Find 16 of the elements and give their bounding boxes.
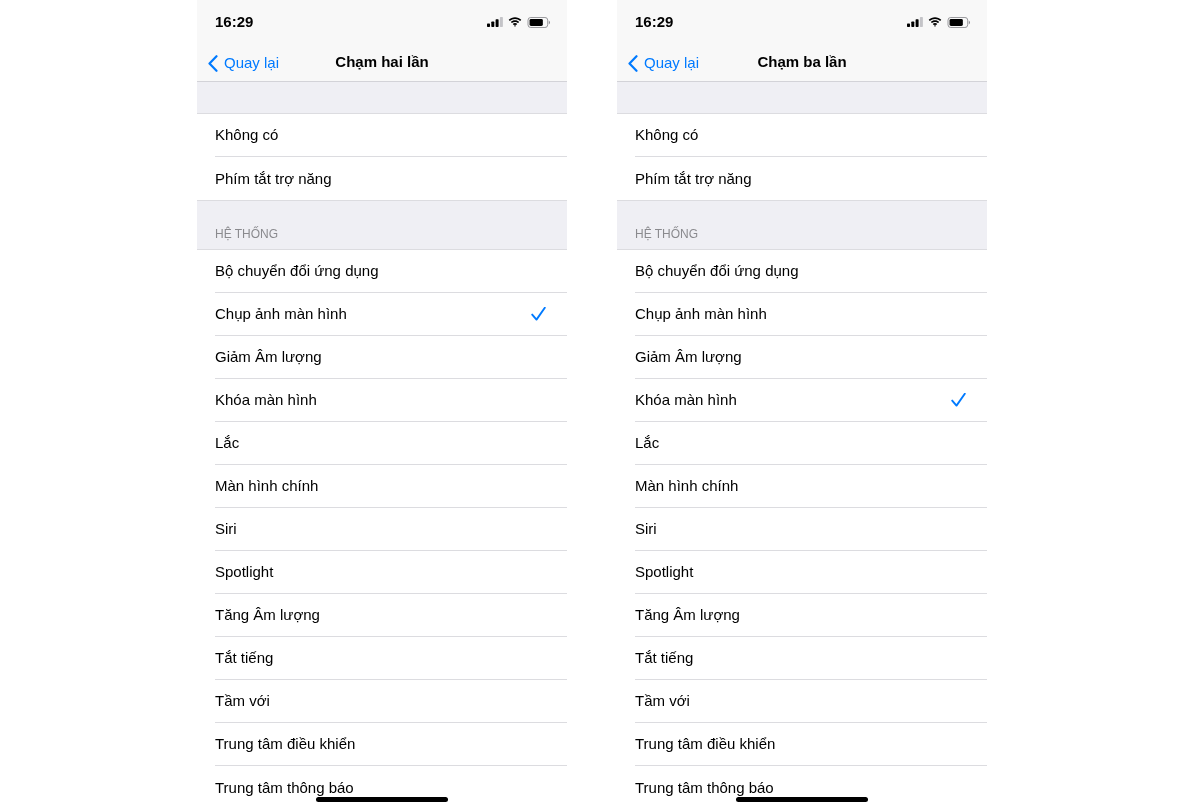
screen-title: Chạm hai lần	[335, 52, 429, 73]
status-time: 16:29	[215, 11, 254, 32]
back-chevron-icon	[208, 54, 218, 72]
wifi-icon	[508, 17, 522, 27]
signal-icon	[487, 17, 503, 27]
section-header: HỆ THỐNG	[635, 225, 699, 243]
screen-title: Chạm ba lần	[757, 52, 847, 73]
section-header: HỆ THỐNG	[215, 225, 279, 243]
back-button[interactable]: Quay lại	[628, 52, 700, 75]
wifi-icon	[928, 17, 942, 27]
status-time: 16:29	[635, 11, 674, 32]
back-button[interactable]: Quay lại	[208, 52, 280, 75]
battery-icon	[527, 16, 551, 28]
back-chevron-icon	[628, 54, 638, 72]
battery-icon	[947, 16, 971, 28]
signal-icon	[907, 17, 923, 27]
